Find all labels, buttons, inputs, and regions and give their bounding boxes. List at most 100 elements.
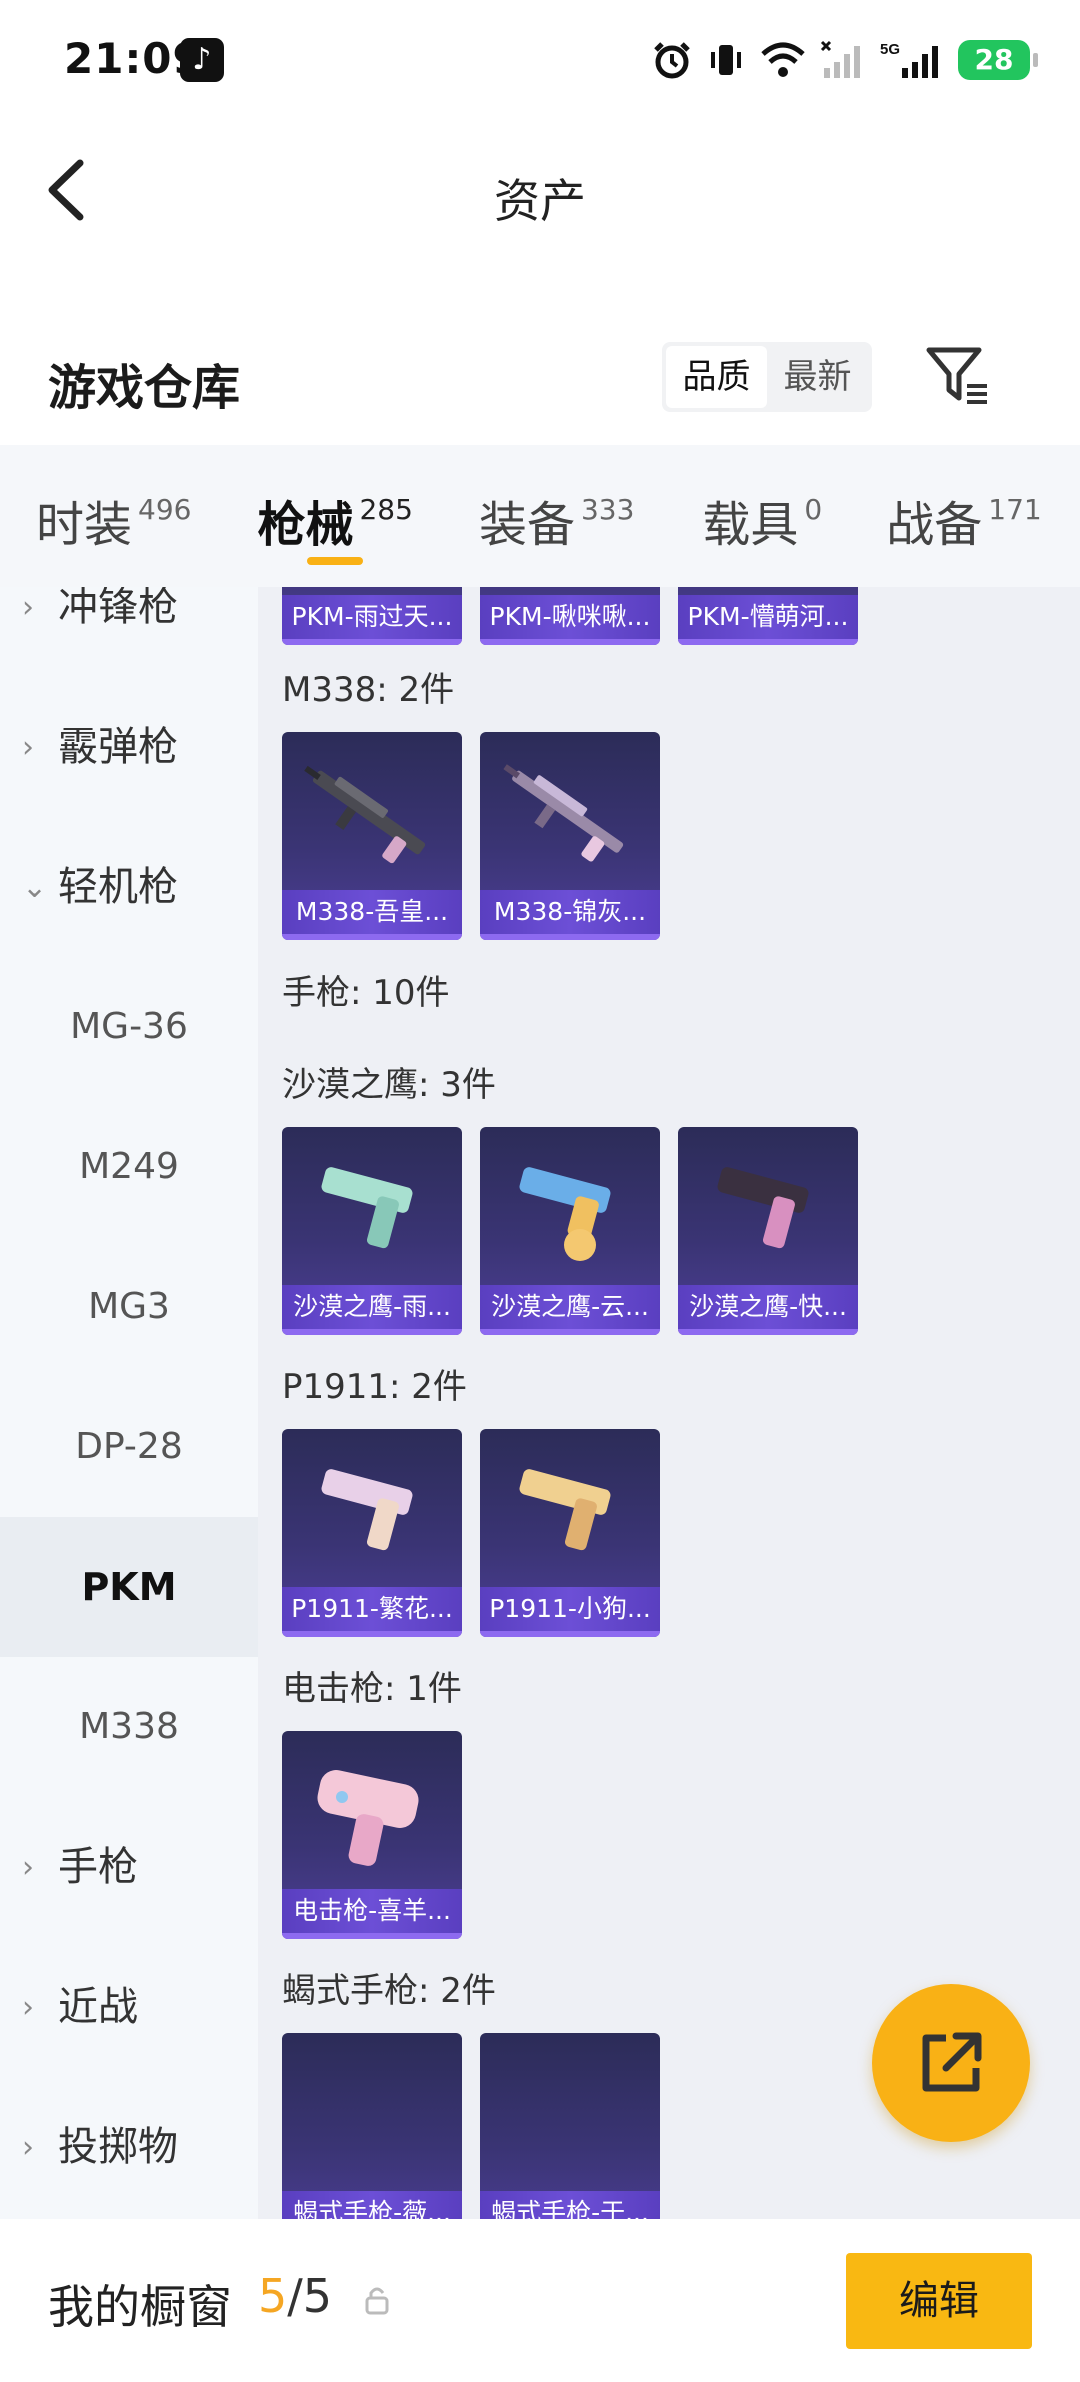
page-title: 资产 <box>494 174 586 228</box>
sidebar-item-label: M249 <box>79 1146 179 1187</box>
nav-bar: 资产 <box>0 125 1080 260</box>
sidebar-item-label: MG-36 <box>70 1006 188 1047</box>
section-title: 蝎式手枪: 2件 <box>282 1971 496 2011</box>
showcase-current: 5 <box>258 2269 288 2323</box>
sidebar-item-smg[interactable]: › 冲锋枪 <box>0 587 258 677</box>
sort-newest-button[interactable]: 最新 <box>767 346 868 408</box>
alarm-icon <box>654 42 690 79</box>
sidebar-item-label: 手枪 <box>58 1844 138 1890</box>
weapon-card[interactable]: M338-吾皇... <box>282 732 462 940</box>
tab-count: 333 <box>580 493 635 526</box>
weapon-card[interactable]: PKM-啾咪啾... <box>480 587 660 645</box>
tab-equipment[interactable]: 装备 333 <box>479 445 634 587</box>
showcase-separator: / <box>287 2269 303 2323</box>
sidebar-item-melee[interactable]: › 近战 <box>0 1937 258 2077</box>
tab-count: 285 <box>359 493 413 526</box>
showcase-total: 5 <box>302 2269 333 2323</box>
card-label: P1911-小狗... <box>480 1587 660 1631</box>
tab-label: 战备 <box>886 497 983 553</box>
external-link-icon <box>922 2032 982 2092</box>
pistol-icon <box>519 1167 611 1261</box>
weapon-card[interactable]: P1911-繁花... <box>282 1429 462 1637</box>
sidebar-item-label: M338 <box>79 1706 179 1747</box>
sidebar-item-lmg[interactable]: ⌄ 轻机枪 <box>0 817 258 957</box>
stun-gun-icon <box>317 1770 419 1866</box>
card-label: 蝎式手枪-薇... <box>282 2191 462 2219</box>
sidebar-item-pkm[interactable]: PKM <box>0 1517 258 1657</box>
card-label: PKM-雨过天... <box>282 595 462 639</box>
section-title: 沙漠之鹰: 3件 <box>282 1065 496 1105</box>
status-bar: 21:09 ♪ 5G 28 <box>0 0 1080 125</box>
weapon-card[interactable]: 沙漠之鹰-云... <box>480 1127 660 1335</box>
weapon-card[interactable]: 沙漠之鹰-雨... <box>282 1127 462 1335</box>
share-fab-button[interactable] <box>872 1984 1030 2142</box>
sidebar-item-m338[interactable]: M338 <box>0 1657 258 1797</box>
signal-5g-icon: 5G <box>880 41 938 78</box>
pistol-icon <box>519 1469 611 1551</box>
tab-weapons[interactable]: 枪械 285 <box>257 445 413 587</box>
section-title: M338: 2件 <box>282 670 455 710</box>
active-tab-indicator <box>307 557 364 565</box>
tab-label: 枪械 <box>257 497 354 553</box>
chevron-right-icon: › <box>22 1849 34 1885</box>
sidebar-item-mg36[interactable]: MG-36 <box>0 957 258 1097</box>
tab-supplies[interactable]: 战备 171 <box>886 445 1041 587</box>
sort-toggle: 品质 最新 <box>662 342 872 412</box>
weapon-card[interactable]: M338-锦灰... <box>480 732 660 940</box>
weapon-card[interactable]: 电击枪-喜羊... <box>282 1731 462 1939</box>
chevron-right-icon: › <box>22 729 34 765</box>
pistol-icon <box>717 1167 809 1249</box>
sidebar-item-pistol[interactable]: › 手枪 <box>0 1797 258 1937</box>
warehouse-title: 游戏仓库 <box>48 360 241 416</box>
rifle-icon <box>304 765 426 864</box>
tab-count: 171 <box>988 493 1042 526</box>
sidebar-item-dp28[interactable]: DP-28 <box>0 1377 258 1517</box>
weapon-card[interactable]: 沙漠之鹰-快... <box>678 1127 858 1335</box>
showcase-label: 我的橱窗 <box>48 2280 232 2334</box>
sidebar-item-throwables[interactable]: › 投掷物 <box>0 2077 258 2217</box>
battery-icon: 28 <box>958 40 1038 80</box>
filter-icon[interactable] <box>925 346 991 406</box>
card-label: P1911-繁花... <box>282 1587 462 1631</box>
battery-level: 28 <box>974 43 1014 76</box>
pistol-icon <box>321 1469 413 1551</box>
tab-count: 496 <box>138 493 192 526</box>
sidebar-item-m249[interactable]: M249 <box>0 1097 258 1237</box>
sidebar-item-label: 近战 <box>58 1984 138 2030</box>
sidebar-item-label: PKM <box>81 1565 177 1609</box>
sort-quality-button[interactable]: 品质 <box>666 346 767 408</box>
weapon-card[interactable]: P1911-小狗... <box>480 1429 660 1637</box>
signal-weak-icon <box>820 40 860 78</box>
weapon-grid: PKM-雨过天... PKM-啾咪啾... PKM-懵萌河... M338: 2… <box>258 587 1080 2219</box>
tiktok-notification-icon: ♪ <box>180 38 224 82</box>
edit-button[interactable]: 编辑 <box>846 2253 1032 2349</box>
card-label: 沙漠之鹰-云... <box>480 1285 660 1329</box>
sidebar-item-label: MG3 <box>88 1286 170 1327</box>
lock-icon <box>365 2287 389 2315</box>
weapon-category-sidebar: › 冲锋枪 › 霰弹枪 ⌄ 轻机枪 MG-36 M249 MG3 DP-28 P… <box>0 587 258 2219</box>
section-title: P1911: 2件 <box>282 1367 467 1407</box>
weapon-card[interactable]: PKM-雨过天... <box>282 587 462 645</box>
card-label: 沙漠之鹰-快... <box>678 1285 858 1329</box>
section-title: 手枪: 10件 <box>282 973 450 1013</box>
sidebar-item-shotgun[interactable]: › 霰弹枪 <box>0 677 258 817</box>
chevron-down-icon: ⌄ <box>22 869 48 905</box>
warehouse-header: 游戏仓库 品质 最新 <box>0 300 1080 450</box>
weapon-card[interactable]: PKM-懵萌河... <box>678 587 858 645</box>
weapon-card[interactable]: 蝎式手枪-于... <box>480 2033 660 2219</box>
weapon-card[interactable]: 蝎式手枪-薇... <box>282 2033 462 2219</box>
tab-fashion[interactable]: 时装 496 <box>36 445 191 587</box>
tab-label: 装备 <box>478 497 575 553</box>
tab-label: 时装 <box>36 497 133 553</box>
vibrate-icon <box>711 45 741 75</box>
svg-text:5G: 5G <box>880 41 900 58</box>
card-label: 蝎式手枪-于... <box>480 2191 660 2219</box>
wifi-icon <box>761 42 805 77</box>
sidebar-item-mg3[interactable]: MG3 <box>0 1237 258 1377</box>
sidebar-item-label: 轻机枪 <box>58 864 178 910</box>
chevron-right-icon: › <box>22 2129 34 2165</box>
tab-vehicles[interactable]: 载具 0 <box>702 445 822 587</box>
card-label: M338-锦灰... <box>480 890 660 934</box>
showcase-bar: 我的橱窗 5/5 编辑 <box>0 2219 1080 2382</box>
card-label: 沙漠之鹰-雨... <box>282 1285 462 1329</box>
